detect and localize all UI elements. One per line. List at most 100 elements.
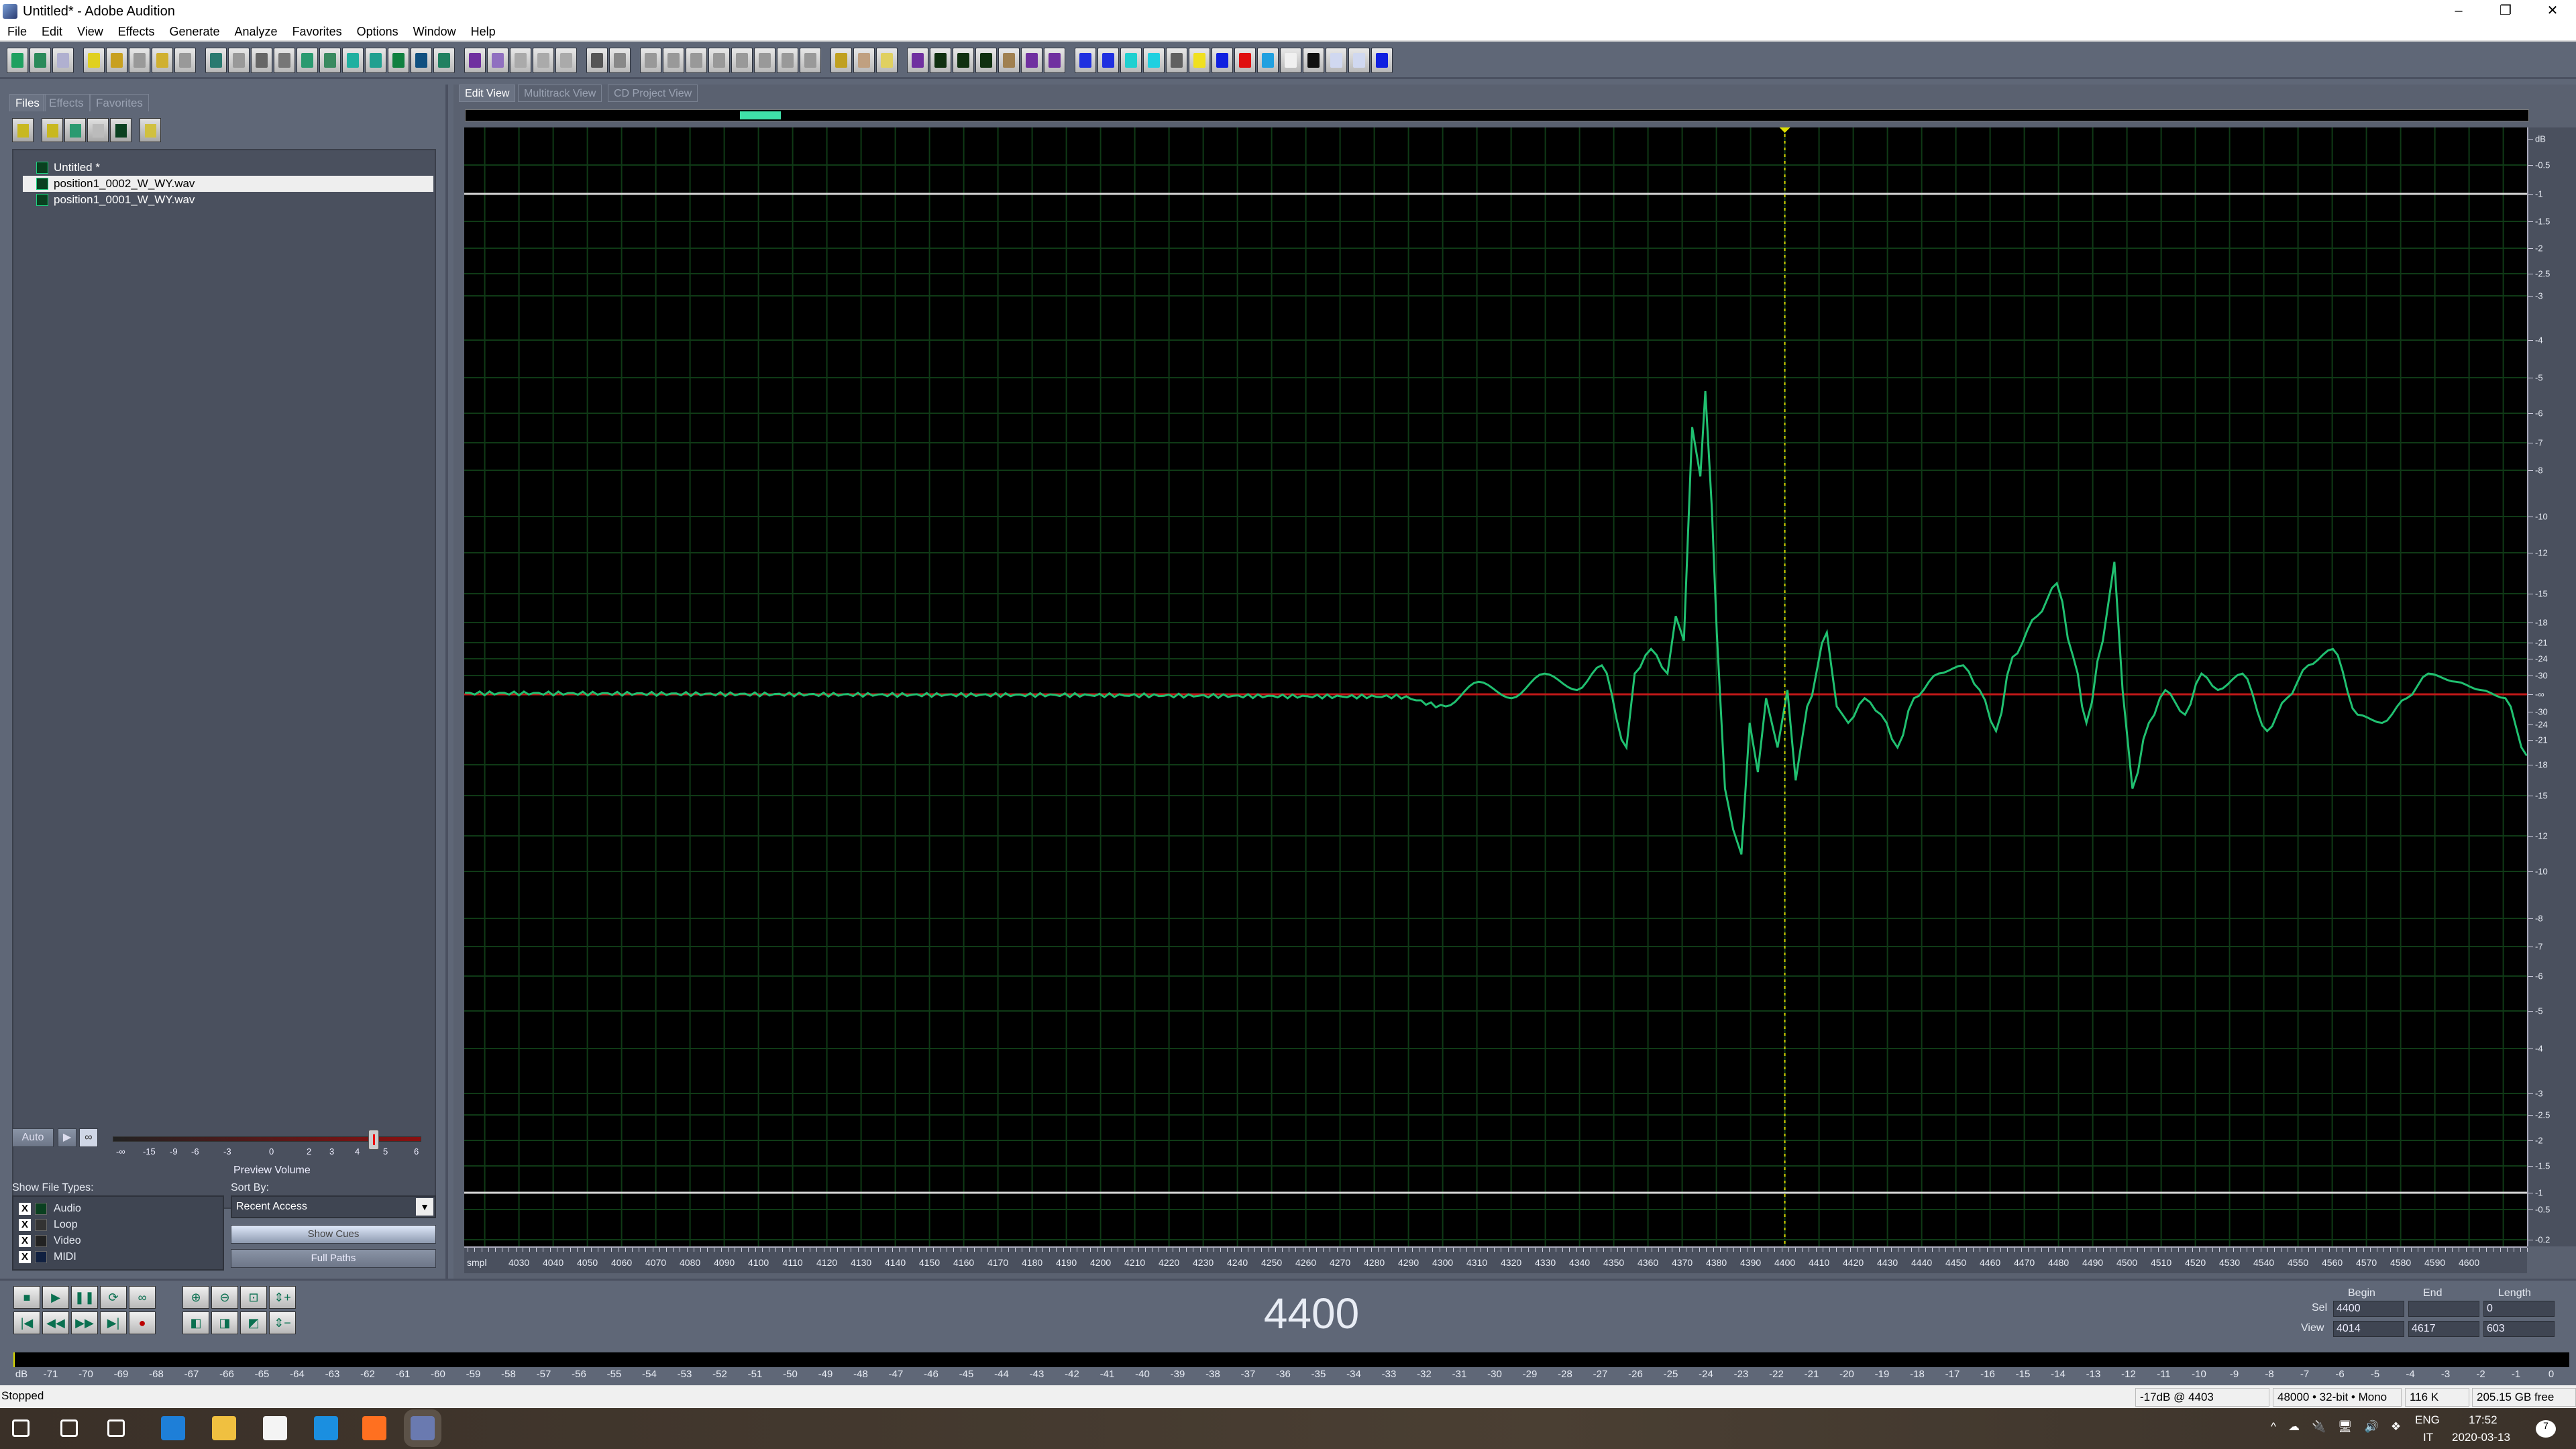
- record-button[interactable]: ●: [129, 1311, 156, 1334]
- check-button[interactable]: [487, 47, 508, 73]
- cut-button[interactable]: [319, 47, 341, 73]
- go-to-start-button[interactable]: |◀: [13, 1311, 40, 1334]
- edit-file-icon[interactable]: [110, 118, 131, 142]
- loop-button[interactable]: ∞: [129, 1286, 156, 1309]
- menu-file[interactable]: File: [0, 25, 34, 39]
- file-type-checkbox[interactable]: X: [19, 1203, 31, 1215]
- notification-center-icon[interactable]: 7: [2536, 1420, 2556, 1438]
- ap43-button[interactable]: [1075, 47, 1096, 73]
- sti-button[interactable]: [1348, 47, 1370, 73]
- pause-button[interactable]: ❚❚: [71, 1286, 98, 1309]
- save-button[interactable]: [129, 47, 150, 73]
- fast-forward-button[interactable]: ▶▶: [71, 1311, 98, 1334]
- view-begin-field[interactable]: 4014: [2333, 1321, 2404, 1337]
- menu-favorites[interactable]: Favorites: [285, 25, 350, 39]
- menu-help[interactable]: Help: [464, 25, 503, 39]
- show-hidden-icons[interactable]: ^: [2271, 1420, 2276, 1434]
- store-icon[interactable]: [263, 1416, 287, 1440]
- time-ruler[interactable]: smpl 4030 4040 4050 4060 4070 4080 4090 4100 411…: [464, 1246, 2528, 1273]
- close-file-button[interactable]: [174, 47, 196, 73]
- undo-button[interactable]: [205, 47, 227, 73]
- volume-slider-thumb[interactable]: [368, 1130, 379, 1150]
- pencil-irs-button[interactable]: [930, 47, 951, 73]
- import-file-icon[interactable]: [12, 118, 34, 142]
- noise-button[interactable]: [1166, 47, 1187, 73]
- waveform-display[interactable]: [464, 127, 2528, 1246]
- file-type-video[interactable]: X Video: [19, 1233, 81, 1249]
- file-type-audio[interactable]: X Audio: [19, 1201, 81, 1217]
- bracket-button[interactable]: [1280, 47, 1301, 73]
- red-fill-button[interactable]: [1234, 47, 1256, 73]
- fx-4-button[interactable]: [708, 47, 730, 73]
- clock-date[interactable]: 2020-03-13: [2452, 1431, 2510, 1444]
- zoom-in-button[interactable]: ⊕: [182, 1286, 209, 1309]
- sel-length-field[interactable]: 0: [2483, 1301, 2555, 1317]
- waveform-view-button[interactable]: [7, 47, 28, 73]
- play-to-end-button[interactable]: ⟳: [100, 1286, 127, 1309]
- full-paths-button[interactable]: Full Paths: [231, 1249, 436, 1268]
- grid-c-button[interactable]: [555, 47, 577, 73]
- zoom-out-button[interactable]: ⊖: [211, 1286, 238, 1309]
- menu-window[interactable]: Window: [406, 25, 464, 39]
- pencil-d-button[interactable]: [1044, 47, 1065, 73]
- network-icon[interactable]: 🖥: [2338, 1420, 2353, 1434]
- pencil-a-button[interactable]: [907, 47, 928, 73]
- redo-button[interactable]: [228, 47, 250, 73]
- show-cues-button[interactable]: Show Cues: [231, 1225, 436, 1244]
- view-end-field[interactable]: 4617: [2408, 1321, 2479, 1337]
- cd-view-button[interactable]: [52, 47, 74, 73]
- file-type-midi[interactable]: X MIDI: [19, 1249, 76, 1265]
- start-icon[interactable]: [12, 1419, 30, 1437]
- file-list-item[interactable]: Untitled *: [36, 160, 439, 176]
- marquee-button[interactable]: [609, 47, 631, 73]
- mail-icon[interactable]: [314, 1416, 338, 1440]
- yellow-tool-button[interactable]: [1189, 47, 1210, 73]
- zoom-in-vertical-button[interactable]: ⇕+: [269, 1286, 296, 1309]
- blue-tool-2-button[interactable]: [1371, 47, 1393, 73]
- volume-icon[interactable]: 🔊: [2365, 1420, 2379, 1434]
- dropbox-icon[interactable]: ❖: [2391, 1420, 2401, 1434]
- tab-favorites[interactable]: Favorites: [90, 94, 149, 111]
- fx-2-button[interactable]: [663, 47, 684, 73]
- fx-7-button[interactable]: [777, 47, 798, 73]
- file-type-checkbox[interactable]: X: [19, 1251, 31, 1263]
- menu-effects[interactable]: Effects: [111, 25, 162, 39]
- cursor-button[interactable]: [586, 47, 608, 73]
- menu-view[interactable]: View: [70, 25, 111, 39]
- pencil-wave-button[interactable]: [975, 47, 997, 73]
- itu-p56-button[interactable]: [1326, 47, 1347, 73]
- split-button[interactable]: [1257, 47, 1279, 73]
- script-button[interactable]: [853, 47, 875, 73]
- zoom-to-selection-button[interactable]: ◨: [211, 1311, 238, 1334]
- audition-icon[interactable]: [404, 1409, 441, 1447]
- file-type-checkbox[interactable]: X: [19, 1219, 31, 1231]
- repeat-button[interactable]: [251, 47, 272, 73]
- preview-volume-slider[interactable]: -∞ -15 -9 -6 -3 0 2 3 4 5 6: [113, 1130, 421, 1157]
- x-ear-button[interactable]: [1120, 47, 1142, 73]
- snap-button[interactable]: [411, 47, 432, 73]
- spectral-button[interactable]: [464, 47, 486, 73]
- blue-tool-button[interactable]: [1212, 47, 1233, 73]
- stop-button[interactable]: ■: [13, 1286, 40, 1309]
- chevron-down-icon[interactable]: ▼: [416, 1198, 433, 1216]
- file-list-item[interactable]: position1_0002_W_WY.wav: [23, 176, 433, 192]
- search-icon[interactable]: [60, 1419, 78, 1437]
- zoom-to-right-button[interactable]: ◩: [240, 1311, 267, 1334]
- tab-multitrack-view[interactable]: Multitrack View: [518, 85, 602, 102]
- menu-edit[interactable]: Edit: [34, 25, 70, 39]
- region[interactable]: IT: [2423, 1431, 2433, 1444]
- find-beat-button[interactable]: [433, 47, 455, 73]
- options-icon[interactable]: [140, 118, 161, 142]
- multitrack-view-button[interactable]: [30, 47, 51, 73]
- restore-button[interactable]: ❐: [2482, 0, 2529, 23]
- mix-paste-button[interactable]: [365, 47, 386, 73]
- warp-button[interactable]: [1143, 47, 1165, 73]
- pencil-b-button[interactable]: [998, 47, 1020, 73]
- pencil-c-button[interactable]: [1021, 47, 1042, 73]
- sel-begin-field[interactable]: 4400: [2333, 1301, 2404, 1317]
- file-type-loop[interactable]: X Loop: [19, 1217, 78, 1233]
- power-icon[interactable]: 🔌: [2312, 1420, 2326, 1434]
- grid-b-button[interactable]: [533, 47, 554, 73]
- go-to-end-button[interactable]: ▶|: [100, 1311, 127, 1334]
- zoom-to-left-button[interactable]: ◧: [182, 1311, 209, 1334]
